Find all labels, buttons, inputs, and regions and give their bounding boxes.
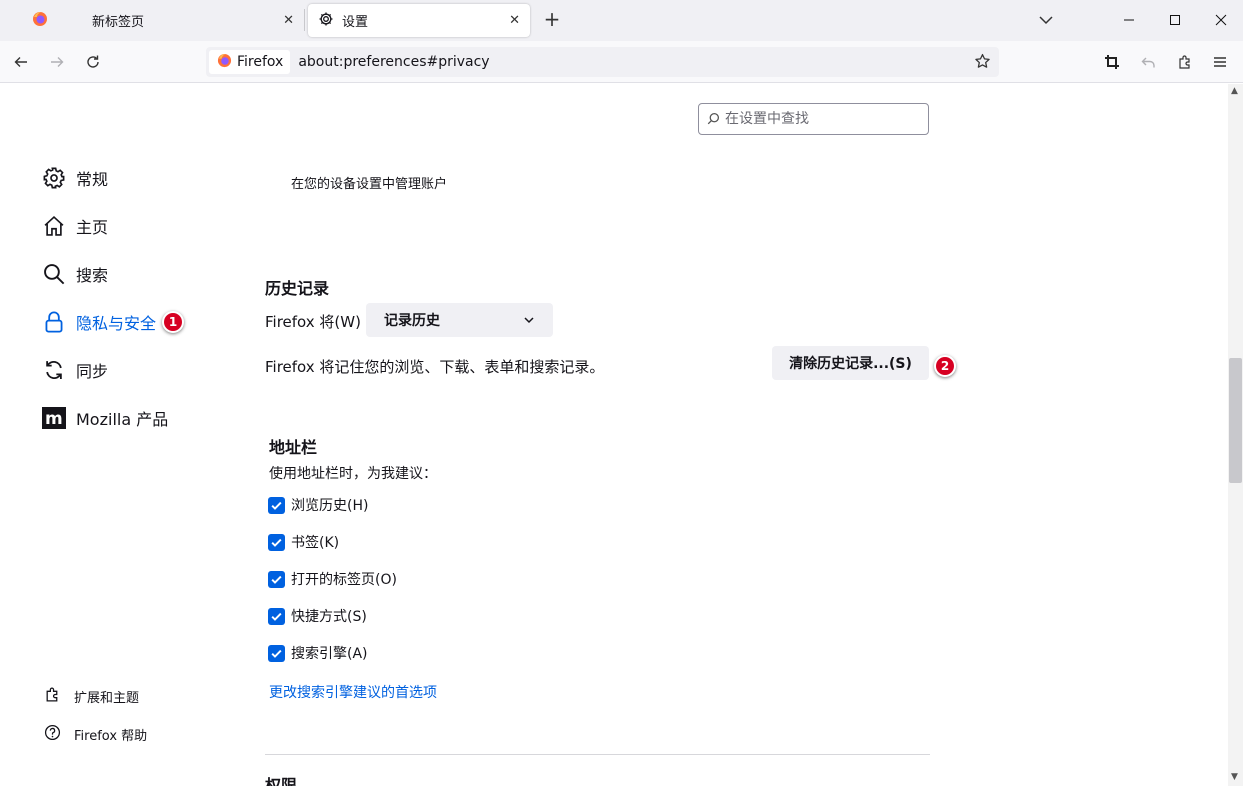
checkbox-label: 搜索引擎(A)	[291, 646, 368, 662]
step-badge: 1	[162, 311, 185, 333]
search-suggestions-link[interactable]: 更改搜索引擎建议的首选项	[269, 682, 437, 702]
tab-separator	[304, 9, 305, 31]
url-bar[interactable]: Firefox about:preferences#privacy	[206, 47, 999, 77]
svg-text:m: m	[45, 409, 63, 429]
category-label: 常规	[76, 170, 109, 189]
undo-icon[interactable]	[1137, 50, 1161, 74]
tab-firefox[interactable]	[0, 0, 80, 41]
category-home[interactable]: 主页	[42, 211, 108, 241]
category-search[interactable]: 搜索	[42, 259, 108, 289]
step-badge: 2	[934, 355, 956, 377]
minimize-button[interactable]	[1106, 0, 1152, 40]
clear-history-button[interactable]: 清除历史记录...(S)	[772, 346, 929, 380]
dropdown-value: 记录历史	[384, 313, 440, 329]
permissions-heading: 权限	[265, 776, 298, 786]
list-all-tabs-icon[interactable]	[1036, 10, 1056, 30]
section-divider	[265, 754, 930, 755]
search-icon	[707, 110, 720, 129]
category-label: 隐私与安全	[76, 314, 157, 333]
reload-button[interactable]	[81, 50, 105, 74]
link-label: Firefox 帮助	[74, 729, 148, 744]
scroll-down-arrow-icon[interactable]: ▼	[1231, 772, 1238, 782]
category-label: Mozilla 产品	[76, 410, 169, 429]
checkbox-bookmarks[interactable]: 书签(K)	[268, 532, 339, 552]
bookmark-star-icon[interactable]	[974, 53, 991, 74]
checkbox-open-tabs[interactable]: 打开的标签页(O)	[268, 569, 397, 589]
forward-button[interactable]	[45, 50, 69, 74]
puzzle-icon	[44, 686, 61, 707]
link-label: 扩展和主题	[74, 691, 140, 706]
extensions-icon[interactable]	[1173, 50, 1197, 74]
checkbox-search-engines[interactable]: 搜索引擎(A)	[268, 643, 368, 663]
mozilla-icon: m	[42, 406, 66, 430]
gear-icon	[42, 166, 66, 190]
settings-search[interactable]	[698, 103, 929, 135]
new-tab-button[interactable]: +	[540, 8, 564, 32]
extensions-themes-link[interactable]: 扩展和主题	[44, 686, 139, 707]
checkbox-checked-icon[interactable]	[268, 644, 285, 662]
identity-label: Firefox	[237, 54, 284, 70]
address-bar-heading: 地址栏	[269, 438, 318, 457]
close-tab-icon[interactable]: ✕	[509, 13, 520, 28]
search-icon	[42, 262, 66, 286]
category-label: 主页	[76, 218, 109, 237]
checkbox-checked-icon[interactable]	[268, 496, 285, 514]
close-window-button[interactable]	[1198, 0, 1243, 40]
checkbox-checked-icon[interactable]	[268, 533, 285, 551]
crop-icon[interactable]	[1100, 50, 1124, 74]
history-mode-dropdown[interactable]: 记录历史	[366, 303, 553, 337]
home-icon	[42, 214, 66, 238]
address-bar-intro: 使用地址栏时，为我建议：	[269, 466, 437, 482]
scrollbar-thumb[interactable]	[1229, 358, 1242, 483]
tab-title: 新标签页	[92, 15, 145, 30]
preferences-page: 常规 主页 搜索 隐私与安全 1 同步 m Mozilla 产品	[0, 84, 1228, 786]
checkbox-browsing-history[interactable]: 浏览历史(H)	[268, 495, 368, 515]
category-privacy[interactable]: 隐私与安全 1	[42, 307, 185, 337]
firefox-icon	[217, 53, 232, 72]
checkbox-checked-icon[interactable]	[268, 570, 285, 588]
tab-new-tab[interactable]: 新标签页 ✕	[80, 0, 304, 41]
gear-icon	[318, 11, 334, 31]
back-button[interactable]	[9, 50, 33, 74]
history-mode-label: Firefox 将(W)	[265, 313, 361, 331]
settings-search-input[interactable]	[725, 111, 915, 127]
tab-strip: 新标签页 ✕ 设置 ✕ +	[0, 0, 1243, 41]
menu-icon[interactable]	[1208, 50, 1232, 74]
checkbox-label: 快捷方式(S)	[291, 609, 367, 625]
category-mozilla-products[interactable]: m Mozilla 产品	[42, 403, 168, 433]
category-label: 同步	[76, 362, 109, 381]
sync-icon	[42, 358, 66, 382]
tab-settings[interactable]: 设置 ✕	[308, 4, 530, 37]
checkbox-shortcuts[interactable]: 快捷方式(S)	[268, 606, 367, 626]
url-text[interactable]: about:preferences#privacy	[298, 54, 489, 70]
close-tab-icon[interactable]: ✕	[283, 13, 294, 28]
account-note: 在您的设备设置中管理账户	[291, 177, 448, 192]
scroll-up-arrow-icon[interactable]: ▲	[1231, 86, 1238, 96]
maximize-button[interactable]	[1152, 0, 1198, 40]
checkbox-label: 打开的标签页(O)	[291, 572, 397, 588]
lock-icon	[42, 310, 66, 334]
history-heading: 历史记录	[265, 279, 330, 298]
checkbox-label: 浏览历史(H)	[291, 498, 369, 514]
checkbox-checked-icon[interactable]	[268, 607, 285, 625]
history-description: Firefox 将记住您的浏览、下载、表单和搜索记录。	[265, 358, 605, 376]
help-icon	[44, 724, 61, 745]
checkbox-label: 书签(K)	[291, 535, 340, 551]
tab-title: 设置	[342, 15, 369, 30]
navigation-toolbar: Firefox about:preferences#privacy	[0, 41, 1243, 83]
firefox-help-link[interactable]: Firefox 帮助	[44, 724, 147, 745]
category-general[interactable]: 常规	[42, 163, 108, 193]
identity-box[interactable]: Firefox	[209, 50, 291, 74]
chevron-down-icon	[523, 314, 535, 330]
category-label: 搜索	[76, 266, 109, 285]
firefox-icon	[32, 11, 48, 31]
category-sync[interactable]: 同步	[42, 355, 108, 385]
